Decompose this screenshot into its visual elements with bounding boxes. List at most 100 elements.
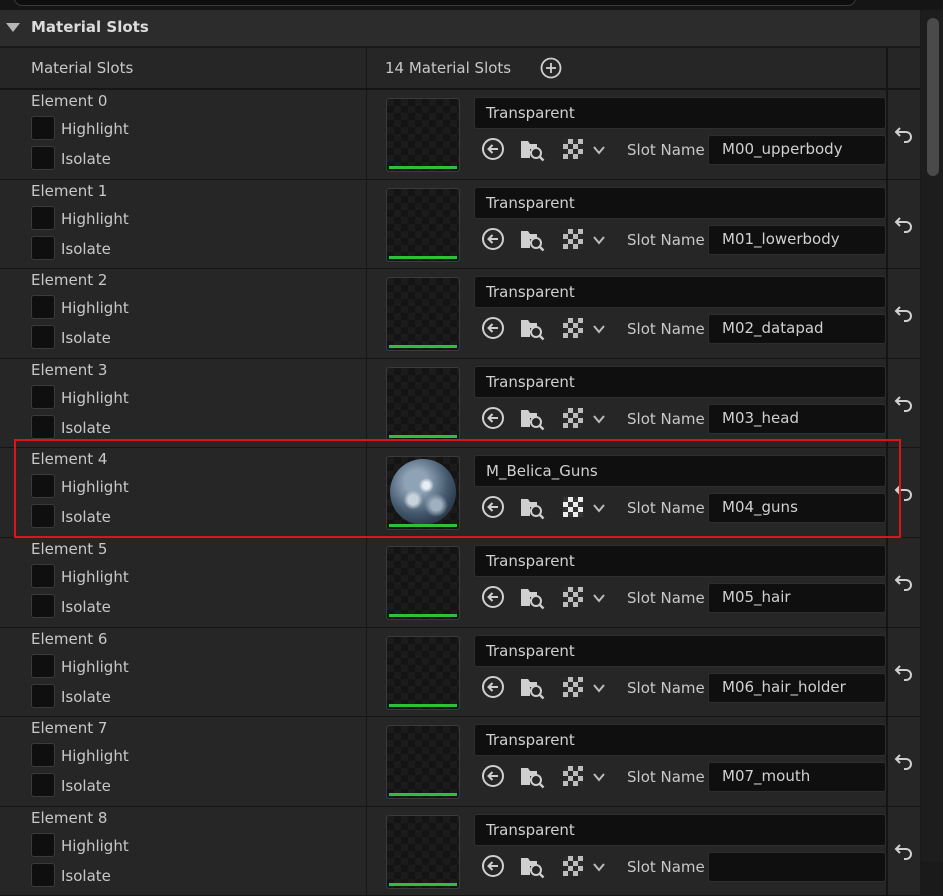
folder-search-icon[interactable] (519, 494, 545, 520)
material-thumbnail[interactable] (386, 725, 460, 800)
material-thumbnail[interactable] (386, 366, 460, 441)
slot-name-input[interactable]: M01_lowerbody (708, 224, 886, 255)
material-thumbnail[interactable] (386, 545, 460, 620)
slot-name-input[interactable]: M04_guns (708, 493, 886, 524)
material-picker[interactable]: Transparent (474, 97, 886, 129)
reset-arrow-icon[interactable] (894, 124, 914, 144)
arrow-left-circle-icon[interactable] (481, 585, 505, 609)
arrow-left-circle-icon[interactable] (481, 675, 505, 699)
slot-name-input[interactable]: M06_hair_holder (708, 672, 886, 703)
slot-name-input[interactable]: M05_hair (708, 582, 886, 613)
highlight-checkbox[interactable] (31, 116, 55, 140)
element-label: Element 0 (31, 92, 108, 110)
material-picker[interactable]: Transparent (474, 186, 886, 219)
reset-arrow-icon[interactable] (894, 303, 914, 323)
scrollbar-thumb[interactable] (927, 18, 939, 176)
arrow-left-circle-icon[interactable] (481, 137, 505, 161)
reset-arrow-icon[interactable] (894, 662, 914, 682)
chevron-down-icon[interactable] (592, 322, 606, 336)
isolate-checkbox[interactable] (31, 593, 55, 618)
chevron-down-icon[interactable] (592, 412, 606, 426)
highlight-checkbox[interactable] (31, 743, 55, 768)
checkerboard-icon[interactable] (562, 407, 584, 429)
highlight-checkbox[interactable] (31, 384, 55, 409)
isolate-checkbox[interactable] (31, 683, 55, 708)
reset-arrow-icon[interactable] (894, 751, 914, 771)
arrow-left-circle-icon[interactable] (481, 495, 505, 519)
isolate-checkbox[interactable] (31, 773, 55, 798)
checkerboard-icon[interactable] (562, 138, 584, 160)
material-picker[interactable]: Transparent (474, 813, 886, 846)
arrow-left-circle-icon[interactable] (481, 316, 505, 340)
chevron-down-icon[interactable] (592, 143, 606, 157)
folder-search-icon[interactable] (519, 315, 545, 341)
material-picker[interactable]: Transparent (474, 724, 886, 757)
slot-name-input[interactable] (708, 851, 886, 882)
arrow-left-circle-icon[interactable] (481, 227, 505, 251)
material-thumbnail[interactable] (386, 98, 460, 172)
isolate-checkbox[interactable] (31, 504, 55, 529)
section-header[interactable]: Material Slots (0, 10, 920, 47)
material-picker[interactable]: M_Belica_Guns (474, 455, 886, 488)
folder-search-icon[interactable] (519, 405, 545, 431)
material-thumbnail[interactable] (386, 456, 460, 531)
isolate-checkbox[interactable] (31, 235, 55, 260)
slot-count-label: 14 Material Slots (385, 59, 512, 77)
highlight-checkbox[interactable] (31, 653, 55, 678)
highlight-checkbox[interactable] (31, 832, 55, 857)
highlight-checkbox[interactable] (31, 563, 55, 588)
thumbnail-status-bar (389, 793, 457, 797)
checkerboard-icon[interactable] (562, 676, 584, 698)
chevron-down-icon[interactable] (592, 681, 606, 695)
material-thumbnail[interactable] (386, 814, 460, 889)
material-thumbnail[interactable] (386, 277, 460, 352)
reset-arrow-icon[interactable] (894, 214, 914, 234)
slot-name-input[interactable]: M07_mouth (708, 762, 886, 793)
arrow-left-circle-icon[interactable] (481, 854, 505, 878)
slot-name-input[interactable]: M03_head (708, 403, 886, 434)
search-field-edge[interactable] (14, 0, 856, 6)
slot-name-input[interactable]: M02_datapad (708, 314, 886, 345)
material-thumbnail[interactable] (386, 635, 460, 710)
folder-search-icon[interactable] (519, 763, 545, 789)
isolate-checkbox[interactable] (31, 414, 55, 439)
isolate-label: Isolate (61, 866, 111, 885)
checkerboard-icon[interactable] (562, 228, 584, 250)
material-picker[interactable]: Transparent (474, 276, 886, 309)
triangle-down-icon[interactable] (6, 23, 20, 32)
isolate-checkbox[interactable] (31, 325, 55, 350)
plus-circle-icon[interactable] (540, 57, 562, 79)
folder-search-icon[interactable] (519, 674, 545, 700)
chevron-down-icon[interactable] (592, 233, 606, 247)
chevron-down-icon[interactable] (592, 591, 606, 605)
folder-search-icon[interactable] (519, 853, 545, 879)
folder-search-icon[interactable] (519, 584, 545, 610)
chevron-down-icon[interactable] (592, 770, 606, 784)
arrow-left-circle-icon[interactable] (481, 764, 505, 788)
reset-arrow-icon[interactable] (894, 841, 914, 861)
chevron-down-icon[interactable] (592, 860, 606, 874)
highlight-checkbox[interactable] (31, 295, 55, 320)
highlight-checkbox[interactable] (31, 474, 55, 499)
isolate-checkbox[interactable] (31, 146, 55, 170)
highlight-checkbox[interactable] (31, 205, 55, 230)
material-picker[interactable]: Transparent (474, 544, 886, 577)
reset-arrow-icon[interactable] (894, 572, 914, 592)
folder-search-icon[interactable] (519, 226, 545, 252)
folder-search-icon[interactable] (519, 136, 545, 162)
slot-left-cell: Element 2 Highlight Isolate (0, 269, 367, 358)
reset-arrow-icon[interactable] (894, 482, 914, 502)
arrow-left-circle-icon[interactable] (481, 406, 505, 430)
material-picker[interactable]: Transparent (474, 634, 886, 667)
checkerboard-icon[interactable] (562, 765, 584, 787)
isolate-checkbox[interactable] (31, 862, 55, 887)
checkerboard-icon[interactable] (562, 855, 584, 877)
material-thumbnail[interactable] (386, 187, 460, 262)
slot-name-input[interactable]: M00_upperbody (708, 135, 886, 165)
checkerboard-icon[interactable] (562, 317, 584, 339)
reset-arrow-icon[interactable] (894, 393, 914, 413)
checkerboard-icon[interactable] (562, 586, 584, 608)
material-picker[interactable]: Transparent (474, 365, 886, 398)
chevron-down-icon[interactable] (592, 501, 606, 515)
checkerboard-icon[interactable] (562, 496, 584, 518)
